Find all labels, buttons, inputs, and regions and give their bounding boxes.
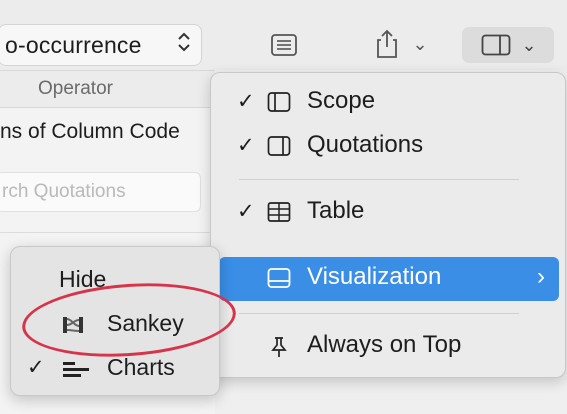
checkmark-icon: ✓ [237,134,255,157]
bottom-panel-icon [267,267,291,291]
panel-toggle-content: ⌄ [474,30,544,60]
list-view-icon [270,33,298,57]
panel-chevron-icon: ⌄ [521,34,537,55]
share-button[interactable]: ⌄ [366,24,436,64]
sidebar-left-icon [267,91,291,115]
share-icon [374,28,400,60]
checkmark-icon: ✓ [237,200,255,223]
bar-chart-icon [61,358,89,380]
menu-item-table[interactable]: ✓ Table [219,191,559,235]
updown-chevron-icon [177,31,191,54]
menu-item-visualization[interactable]: Visualization › [219,257,559,301]
search-placeholder: rch Quotations [2,181,126,202]
menu-item-scope[interactable]: ✓ Scope [219,81,559,125]
menu-item-label: Table [307,197,365,224]
list-view-button[interactable] [264,28,304,62]
table-icon [267,201,291,225]
table-row[interactable]: ns of Column Code [0,120,180,144]
menu-separator [239,179,519,180]
menu-separator [239,313,519,314]
search-quotations-input[interactable]: rch Quotations [0,172,201,212]
checkmark-icon: ✓ [27,356,45,379]
menu-item-quotations[interactable]: ✓ Quotations [219,125,559,169]
column-header[interactable]: Operator [0,70,215,108]
checkmark-icon: ✓ [237,90,255,113]
menu-item-label: Always on Top [307,331,462,358]
menu-item-label: Visualization [307,263,442,290]
view-menu: ✓ Scope ✓ Quotations ✓ Table Visualizati… [210,72,566,378]
divider [0,232,215,233]
chevron-right-icon: › [537,263,545,290]
pin-icon [267,335,291,359]
share-chevron-icon: ⌄ [412,33,428,54]
sidebar-right-icon [481,34,511,56]
popup-value: o-occurrence [5,31,142,58]
view-mode-popup-button[interactable]: o-occurrence [0,24,202,66]
column-header-label: Operator [38,78,113,99]
menu-item-label: Quotations [307,131,424,158]
submenu-item-label: Charts [107,354,175,380]
sidebar-right-icon [267,135,291,159]
menu-item-always-on-top[interactable]: Always on Top [219,325,559,369]
menu-item-label: Scope [307,87,376,114]
